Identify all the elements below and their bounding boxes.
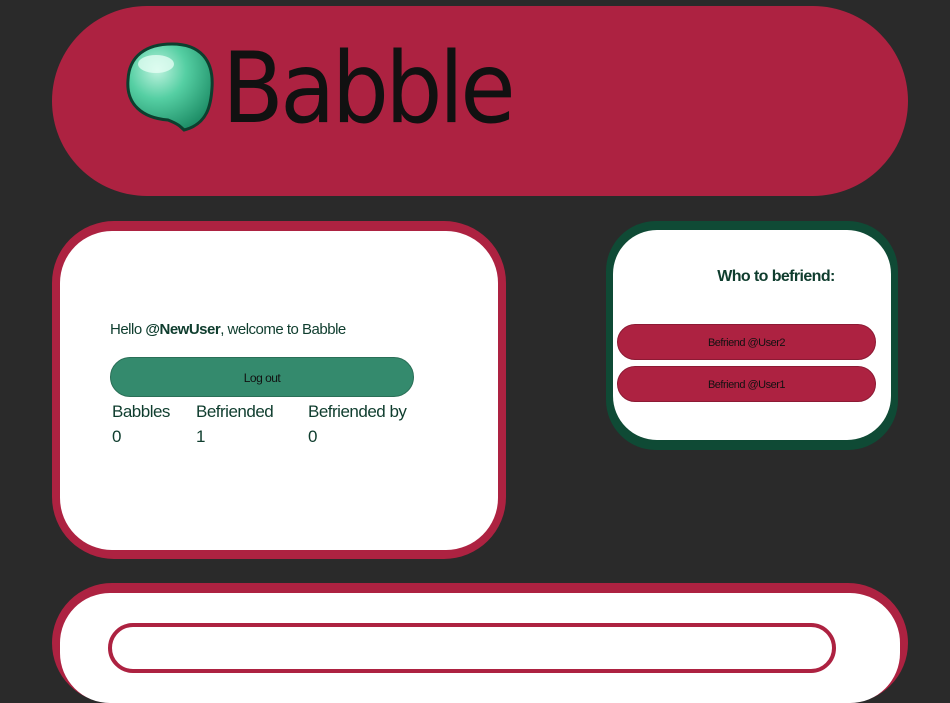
stat-label: Befriended by <box>308 402 407 421</box>
befriend-user1-button[interactable]: Befriend @User1 <box>617 366 876 402</box>
who-to-befriend-title: Who to befriend: <box>717 268 835 285</box>
greeting-suffix: , welcome to Babble <box>220 321 346 338</box>
greeting-prefix: Hello <box>110 321 146 338</box>
stat-befriended-by: Befriended by 0 <box>308 399 407 449</box>
stat-babbles: Babbles 0 <box>112 399 170 449</box>
stat-label: Befriended <box>196 402 274 421</box>
stat-value: 0 <box>112 427 121 446</box>
stat-befriended: Befriended 1 <box>196 399 274 449</box>
stat-value: 0 <box>308 427 317 446</box>
username: @NewUser <box>145 321 221 338</box>
profile-card: Hello @NewUser, welcome to Babble Log ou… <box>52 221 506 559</box>
compose-card <box>52 583 908 703</box>
brand-name: Babble <box>222 32 516 146</box>
compose-panel <box>60 593 900 703</box>
welcome-message: Hello @NewUser, welcome to Babble <box>110 321 346 338</box>
compose-input[interactable] <box>108 623 836 673</box>
who-to-befriend-panel: Who to befriend: Befriend @User2 Befrien… <box>613 230 891 440</box>
who-to-befriend-card: Who to befriend: Befriend @User2 Befrien… <box>606 221 898 450</box>
logout-button[interactable]: Log out <box>110 357 414 397</box>
profile-panel: Hello @NewUser, welcome to Babble Log ou… <box>60 231 498 550</box>
stat-value: 1 <box>196 427 205 446</box>
speech-bubble-icon <box>126 42 214 132</box>
befriend-user2-button[interactable]: Befriend @User2 <box>617 324 876 360</box>
stat-label: Babbles <box>112 402 170 421</box>
header-banner: Babble <box>52 6 908 196</box>
